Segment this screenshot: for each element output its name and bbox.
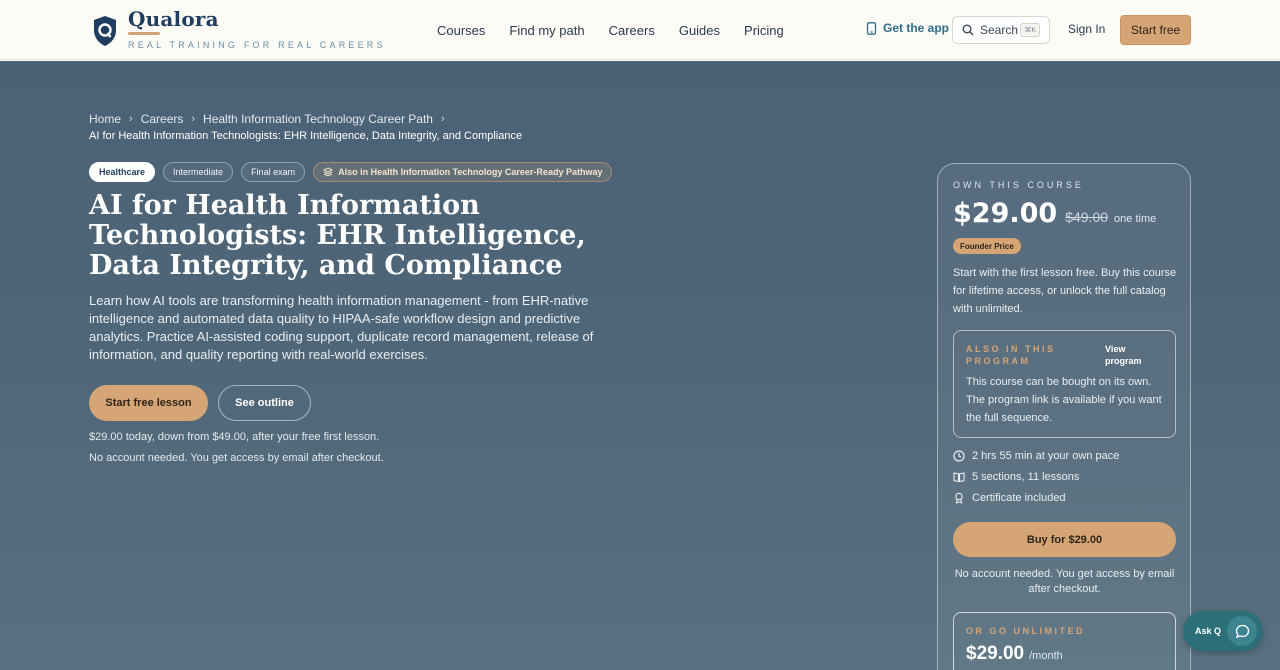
program-box-label: ALSO IN THIS PROGRAM	[966, 344, 1056, 366]
unlimited-price: $29.00	[966, 643, 1025, 664]
logo-name: Qualora	[128, 7, 219, 31]
get-app-label: Get the app	[883, 21, 950, 35]
course-title: AI for Health Information Technologists:…	[89, 190, 586, 281]
breadcrumb-careers[interactable]: Careers	[141, 112, 184, 126]
feature-certificate-label: Certificate included	[972, 492, 1066, 504]
feature-structure: 5 sections, 11 lessons	[953, 471, 1079, 483]
price-note: $29.00 today, down from $49.00, after yo…	[89, 431, 380, 443]
shield-q-icon	[94, 16, 116, 46]
breadcrumb-current: AI for Health Information Technologists:…	[89, 130, 523, 142]
nav-pricing[interactable]: Pricing	[744, 23, 784, 38]
logo-tagline: REAL TRAINING FOR REAL CAREERS	[128, 40, 386, 50]
chevron-right-icon: ›	[191, 113, 196, 125]
purchase-card: OWN THIS COURSE $29.00 $49.00 one time F…	[937, 163, 1191, 670]
unlimited-period: /month	[1029, 650, 1063, 662]
chevron-right-icon: ›	[440, 113, 445, 125]
search-label: Search	[980, 23, 1019, 37]
tag-level: Intermediate	[163, 162, 234, 182]
nav-courses[interactable]: Courses	[437, 23, 485, 38]
book-icon	[953, 472, 965, 483]
breadcrumb-career-path[interactable]: Health Information Technology Career Pat…	[203, 112, 433, 126]
chat-bubble-icon	[1227, 616, 1257, 646]
program-box-description: This course can be bought on its own. Th…	[966, 376, 1162, 424]
get-app-link[interactable]: Get the app	[866, 21, 949, 35]
logo-underline	[128, 32, 160, 35]
course-tags: Healthcare Intermediate Final exam Also …	[89, 162, 620, 182]
award-icon	[955, 492, 963, 504]
unlimited-plan-box[interactable]: OR GO UNLIMITED $29.00 /month	[953, 612, 1176, 670]
feature-certificate: Certificate included	[953, 492, 1066, 504]
buy-course-button[interactable]: Buy for $29.00	[953, 522, 1176, 557]
founder-price-badge: Founder Price	[953, 238, 1021, 254]
nav-careers[interactable]: Careers	[609, 23, 655, 38]
search-shortcut: ⌘K	[1020, 23, 1040, 37]
main-nav: Courses Find my path Careers Guides Pric…	[437, 0, 808, 60]
course-description: Learn how AI tools are transforming heal…	[89, 293, 594, 362]
chevron-right-icon: ›	[129, 113, 133, 125]
breadcrumb: Home › Careers › Health Information Tech…	[89, 112, 453, 126]
search-button[interactable]: Search ⌘K	[952, 16, 1050, 44]
buy-note: No account needed. You get access by ema…	[954, 568, 1175, 595]
card-label: OWN THIS COURSE	[953, 180, 1084, 190]
course-price: $29.00	[953, 198, 1058, 229]
account-note: No account needed. You get access by ema…	[89, 452, 384, 464]
course-hero: Home › Careers › Health Information Tech…	[0, 61, 1280, 670]
nav-guides[interactable]: Guides	[679, 23, 720, 38]
breadcrumb-home[interactable]: Home	[89, 112, 121, 126]
unlimited-label: OR GO UNLIMITED	[966, 626, 1085, 636]
feature-structure-label: 5 sections, 11 lessons	[972, 471, 1080, 483]
price-suffix: one time	[1114, 213, 1157, 225]
tag-program-label: Also in Health Information Technology Ca…	[338, 167, 603, 177]
clock-icon	[953, 450, 965, 462]
site-header: Qualora REAL TRAINING FOR REAL CAREERS C…	[0, 0, 1280, 60]
tag-program[interactable]: Also in Health Information Technology Ca…	[313, 162, 613, 182]
nav-find-my-path[interactable]: Find my path	[509, 23, 584, 38]
search-icon	[962, 24, 974, 36]
tag-category: Healthcare	[89, 162, 156, 182]
view-program-link[interactable]: View program	[1105, 343, 1155, 367]
tag-assessment: Final exam	[241, 162, 306, 182]
start-free-button[interactable]: Start free	[1120, 15, 1191, 45]
see-outline-button[interactable]: See outline	[218, 385, 311, 421]
ask-q-chat-button[interactable]: Ask Q	[1183, 611, 1263, 651]
feature-duration: 2 hrs 55 min at your own pace	[953, 450, 1119, 462]
unlimited-price-row: $29.00 /month	[966, 643, 1063, 665]
sign-in-link[interactable]: Sign In	[1068, 22, 1105, 36]
card-description: Start with the first lesson free. Buy th…	[953, 267, 1177, 315]
price-row: $29.00 $49.00 one time	[953, 198, 1156, 229]
logo[interactable]: Qualora REAL TRAINING FOR REAL CAREERS	[92, 9, 386, 50]
start-free-lesson-button[interactable]: Start free lesson	[89, 385, 208, 421]
program-box: ALSO IN THIS PROGRAM View program This c…	[953, 330, 1176, 438]
layers-icon	[323, 167, 334, 177]
ask-q-label: Ask Q	[1195, 626, 1222, 636]
phone-icon	[866, 21, 877, 35]
feature-duration-label: 2 hrs 55 min at your own pace	[972, 450, 1120, 462]
original-price: $49.00	[1065, 209, 1109, 225]
